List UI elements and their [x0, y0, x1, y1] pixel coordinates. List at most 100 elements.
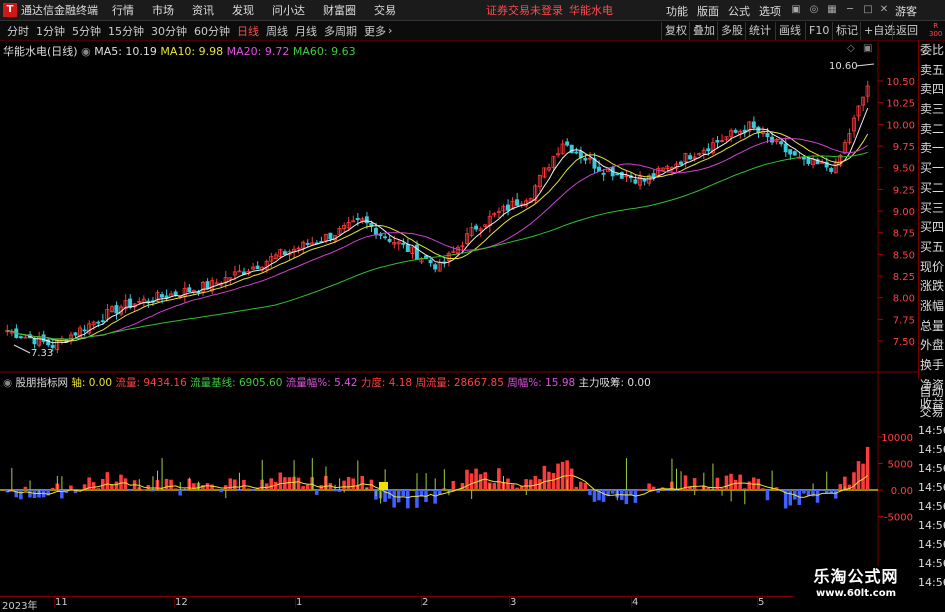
flow-bar	[437, 490, 442, 495]
period-weekly[interactable]: 周线	[266, 23, 288, 39]
minimize-icon[interactable]: ─	[842, 3, 858, 17]
candle-body	[515, 199, 520, 206]
flow-bar	[169, 479, 173, 490]
quote-row-11[interactable]: 现价	[919, 258, 945, 278]
flow-bar	[351, 478, 355, 490]
btn-duogu[interactable]: 多股	[717, 22, 746, 40]
quote-row-8[interactable]: 买三	[919, 199, 945, 219]
flow-bar	[469, 473, 474, 490]
ind-zhou-fu: 周幅%: 15.98	[507, 377, 576, 389]
settings-icon[interactable]: ◉	[81, 45, 91, 58]
high-price-mark: 10.60	[829, 61, 858, 72]
candle-body	[574, 151, 579, 154]
settings-icon[interactable]: ◉	[3, 377, 12, 389]
menu-item-shichang[interactable]: 市场	[152, 2, 174, 18]
kline-chart[interactable]: 10.50 10.25 10.00 9.75 9.50 9.25 9.00 8.75 8.50 8…	[0, 42, 918, 373]
date-tick-mark: |	[756, 597, 760, 608]
candle-body	[387, 238, 392, 242]
flow-bar	[674, 490, 679, 491]
indicator-chart[interactable]: 10000 5000 0.00 -5000	[0, 373, 918, 596]
diamond-icon[interactable]: ◇	[847, 43, 855, 54]
candle-body	[364, 216, 369, 224]
menu-item-zixun[interactable]: 资讯	[192, 2, 214, 18]
menu-item-gongshi[interactable]: 公式	[728, 3, 750, 19]
btn-fuquan[interactable]: 复权	[661, 22, 690, 40]
period-15min[interactable]: 15分钟	[108, 23, 144, 39]
btn-tongji[interactable]: 统计	[745, 22, 774, 40]
menu-item-jiaoyi[interactable]: 交易	[374, 2, 396, 18]
flow-bar	[192, 483, 196, 490]
btn-diejia[interactable]: 叠加	[689, 22, 718, 40]
menu-item-wenxiaoda[interactable]: 问小达	[272, 2, 305, 18]
period-1min[interactable]: 1分钟	[36, 23, 65, 39]
chart-bg	[0, 42, 918, 373]
menu-item-caifuquan[interactable]: 财富圈	[323, 2, 356, 18]
menu-toggle-icon[interactable]: ▣	[788, 3, 804, 17]
menu-item-faxian[interactable]: 发现	[232, 2, 254, 18]
price-tick-label: 7.50	[893, 337, 915, 348]
flow-bar	[406, 490, 410, 509]
btn-huaxian[interactable]: 画线	[775, 22, 804, 40]
trade-label[interactable]: 交易	[918, 403, 945, 423]
quote-row-2[interactable]: 卖四	[919, 80, 945, 100]
flow-bar	[574, 486, 579, 490]
flow-bar	[815, 490, 820, 503]
period-5min[interactable]: 5分钟	[72, 23, 101, 39]
menu-item-hangqing[interactable]: 行情	[112, 2, 134, 18]
ind-liuliang: 流量: 9434.16	[115, 377, 187, 389]
menu-item-banmian[interactable]: 版面	[697, 3, 719, 19]
period-60min[interactable]: 60分钟	[194, 23, 230, 39]
quote-row-6[interactable]: 买一	[919, 159, 945, 179]
btn-biaoji[interactable]: 标记	[832, 22, 861, 40]
quote-row-5[interactable]: 卖一	[919, 139, 945, 159]
price-tick-label: 8.75	[893, 229, 915, 240]
price-tick-label: 9.50	[893, 164, 915, 175]
period-30min[interactable]: 30分钟	[151, 23, 187, 39]
quote-row-16[interactable]: 换手	[919, 356, 945, 376]
price-tick-label: 10.00	[886, 120, 915, 131]
chevron-right-icon[interactable]: ›	[388, 24, 392, 37]
flow-bar	[269, 478, 274, 490]
flow-bar	[569, 468, 574, 490]
grid-icon[interactable]: ▦	[824, 3, 840, 17]
quote-row-1[interactable]: 卖五	[919, 61, 945, 81]
btn-fanhui[interactable]: 返回	[892, 22, 921, 40]
account-icon[interactable]: ◎	[806, 3, 822, 17]
flow-bar	[788, 490, 793, 506]
quote-row-7[interactable]: 买二	[919, 179, 945, 199]
close-icon[interactable]: ✕	[876, 3, 892, 17]
menu-item-gongneng[interactable]: 功能	[666, 3, 688, 19]
maximize-icon[interactable]: □	[860, 3, 876, 17]
ind-bg	[0, 373, 918, 596]
period-fenshi[interactable]: 分时	[7, 23, 29, 39]
period-daily[interactable]: 日线	[237, 23, 259, 39]
candle-body	[651, 173, 656, 178]
quote-row-13[interactable]: 涨幅	[919, 297, 945, 317]
flow-bar	[524, 479, 528, 490]
flow-bar	[747, 481, 752, 490]
flow-bar	[765, 490, 770, 501]
auto-label[interactable]: 自动	[918, 383, 945, 403]
auto-trade-panel[interactable]: 自动 交易	[918, 383, 945, 423]
quote-row-15[interactable]: 外盘	[919, 336, 945, 356]
flow-bar	[592, 490, 597, 502]
quote-row-10[interactable]: 买五	[919, 238, 945, 258]
flow-bar	[647, 483, 651, 490]
candle-body	[255, 265, 260, 270]
quote-row-4[interactable]: 卖二	[919, 120, 945, 140]
quote-row-3[interactable]: 卖三	[919, 100, 945, 120]
quote-row-12[interactable]: 涨跌	[919, 277, 945, 297]
btn-f10[interactable]: F10	[805, 22, 832, 40]
period-monthly[interactable]: 月线	[295, 23, 317, 39]
menu-item-xuanxiang[interactable]: 选项	[759, 3, 781, 19]
login-warning[interactable]: 证券交易未登录	[486, 2, 563, 18]
period-multi[interactable]: 多周期	[324, 23, 357, 39]
quote-row-14[interactable]: 总量	[919, 317, 945, 337]
candle-body	[751, 121, 756, 128]
guest-label[interactable]: 游客	[895, 3, 917, 19]
quote-row-9[interactable]: 买四	[919, 218, 945, 238]
expand-icon[interactable]: ▣	[863, 43, 872, 54]
quote-row-0[interactable]: 委比	[919, 41, 945, 61]
period-more[interactable]: 更多	[364, 23, 386, 39]
flow-bar	[824, 490, 829, 494]
